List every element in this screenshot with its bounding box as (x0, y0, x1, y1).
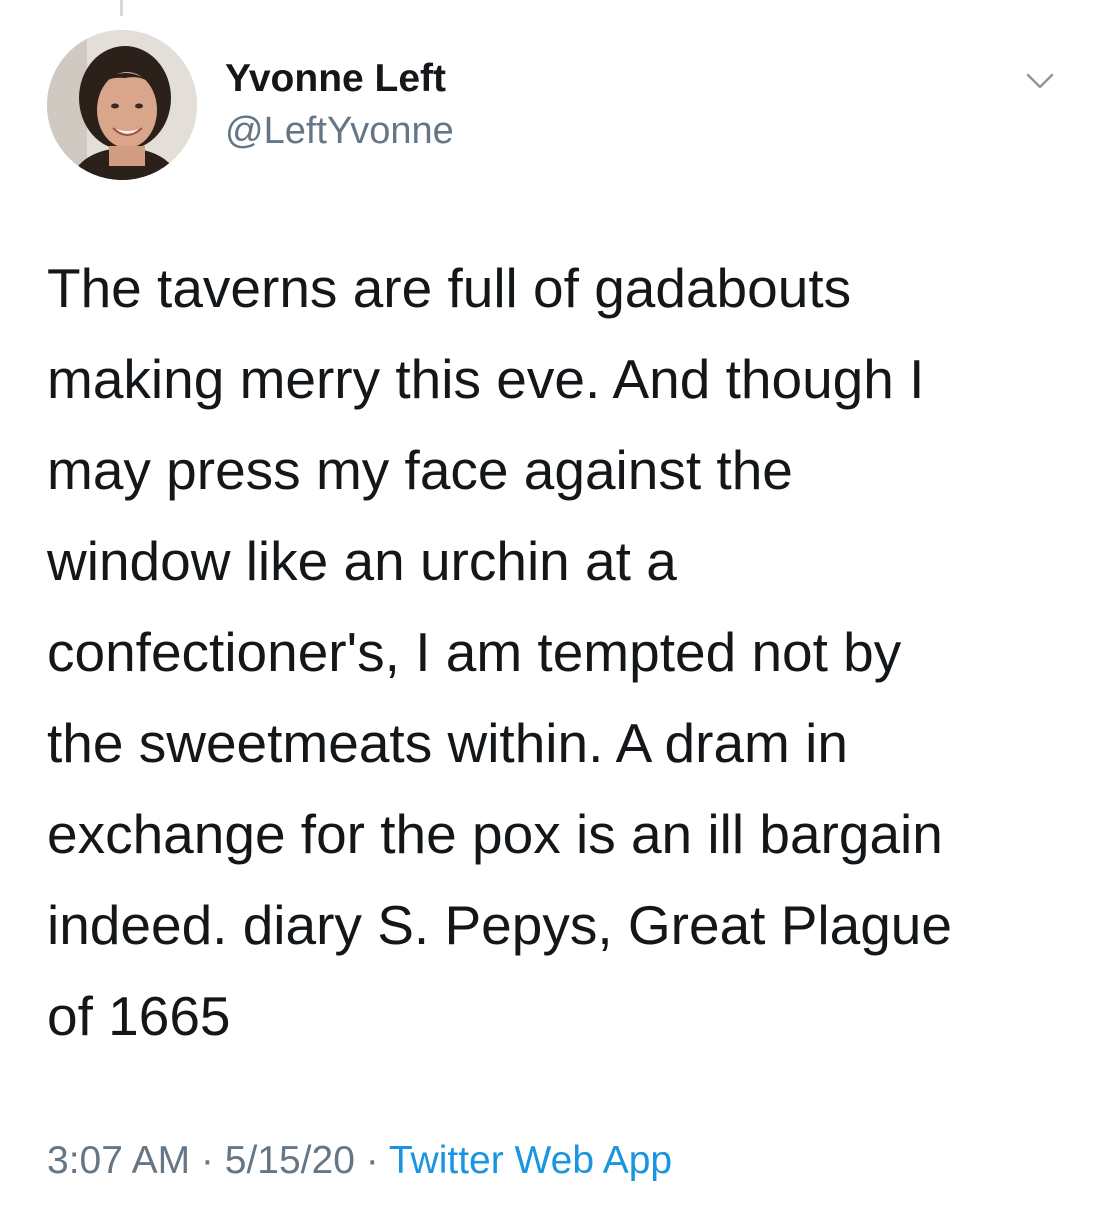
chevron-down-icon[interactable] (1020, 62, 1060, 102)
tweet-time[interactable]: 3:07 AM (47, 1139, 190, 1182)
thread-connector-line (120, 0, 123, 16)
tweet-date[interactable]: 5/15/20 (225, 1139, 355, 1182)
meta-separator: · (354, 1139, 389, 1182)
avatar-photo (47, 30, 197, 180)
author-handle[interactable]: @LeftYvonne (225, 109, 454, 153)
avatar[interactable] (47, 30, 197, 180)
tweet-source-link[interactable]: Twitter Web App (389, 1139, 672, 1182)
author-display-name[interactable]: Yvonne Left (225, 56, 446, 102)
tweet-text: The taverns are full of gadabouts making… (47, 257, 952, 1047)
tweet-meta: 3:07 AM · 5/15/20 · Twitter Web App (47, 1137, 672, 1185)
meta-separator: · (190, 1139, 225, 1182)
